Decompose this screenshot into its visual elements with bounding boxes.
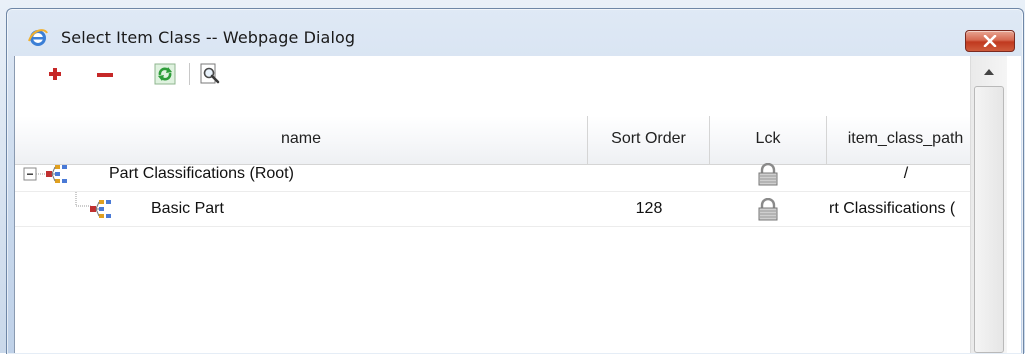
lock-icon [758, 198, 778, 221]
toolbar [15, 56, 985, 91]
title-bar[interactable]: Select Item Class -- Webpage Dialog [7, 9, 1023, 59]
row-name: Part Classifications (Root) [109, 165, 294, 182]
close-button[interactable] [965, 30, 1015, 52]
internet-explorer-icon [28, 29, 48, 46]
class-tree-icon [46, 165, 67, 183]
refresh-icon[interactable] [153, 62, 177, 86]
lock-icon [758, 163, 778, 186]
vertical-scrollbar[interactable] [970, 56, 1007, 353]
class-tree-icon [90, 200, 111, 218]
collapse-toggle-icon[interactable] [23, 167, 37, 181]
table-row[interactable]: Part Classifications (Root) / [15, 157, 985, 192]
row-sort-order: 128 [635, 200, 663, 217]
row-item-class-path: / [903, 165, 909, 182]
scrollbar-thumb[interactable] [974, 86, 1004, 353]
scroll-up-arrow-icon[interactable] [976, 60, 1002, 84]
minus-icon[interactable] [93, 62, 117, 86]
close-icon [983, 35, 997, 47]
dialog-content: name Sort Order Lck item_class_path Part… [14, 56, 1021, 353]
window-title: Select Item Class -- Webpage Dialog [61, 28, 356, 47]
plus-icon[interactable] [43, 62, 67, 86]
table-row[interactable]: Basic Part 128 rt Classifications ( [15, 192, 985, 227]
row-name: Basic Part [151, 200, 224, 217]
row-item-class-path: rt Classifications ( [829, 200, 956, 217]
row-sort-order [588, 157, 710, 191]
toolbar-separator [189, 63, 190, 85]
preview-icon[interactable] [198, 62, 222, 86]
